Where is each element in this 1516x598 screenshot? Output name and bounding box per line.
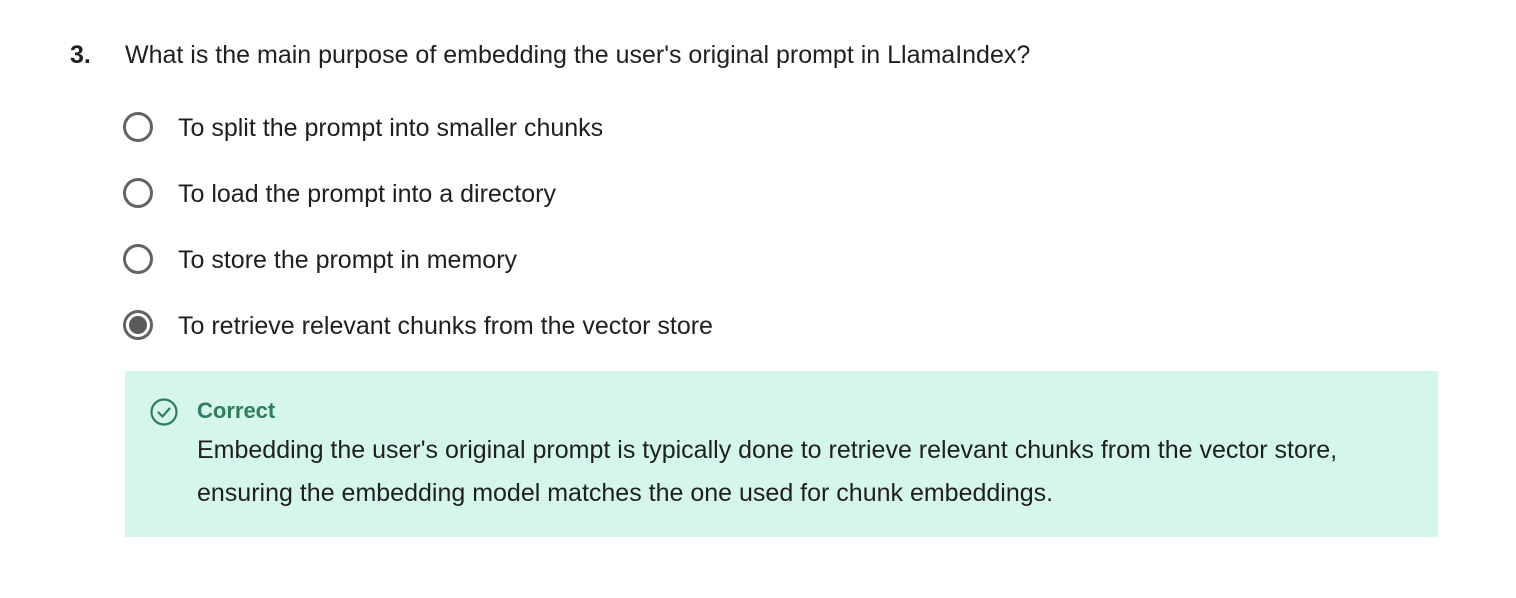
check-circle-icon [150, 398, 178, 426]
answer-option-label[interactable]: To split the prompt into smaller chunks [178, 108, 603, 148]
answer-option-label[interactable]: To retrieve relevant chunks from the vec… [178, 306, 713, 346]
question-text: What is the main purpose of embedding th… [125, 41, 1031, 69]
question-number: 3. [70, 41, 91, 69]
radio-selected-dot [129, 316, 147, 334]
answer-option[interactable]: To load the prompt into a directory [123, 174, 1423, 240]
answer-option[interactable]: To store the prompt in memory [123, 240, 1423, 306]
answer-option[interactable]: To split the prompt into smaller chunks [123, 108, 1423, 174]
feedback-explanation: Embedding the user's original prompt is … [197, 436, 1338, 507]
feedback-panel: Correct Embedding the user's original pr… [125, 371, 1438, 537]
radio-button[interactable] [123, 310, 153, 340]
radio-button[interactable] [123, 244, 153, 274]
answer-option-label[interactable]: To store the prompt in memory [178, 240, 517, 280]
radio-button[interactable] [123, 112, 153, 142]
answer-option[interactable]: To retrieve relevant chunks from the vec… [123, 306, 1423, 372]
answer-option-label[interactable]: To load the prompt into a directory [178, 174, 556, 214]
feedback-status: Correct [197, 398, 276, 423]
radio-button[interactable] [123, 178, 153, 208]
answer-options: To split the prompt into smaller chunks … [123, 108, 1423, 372]
